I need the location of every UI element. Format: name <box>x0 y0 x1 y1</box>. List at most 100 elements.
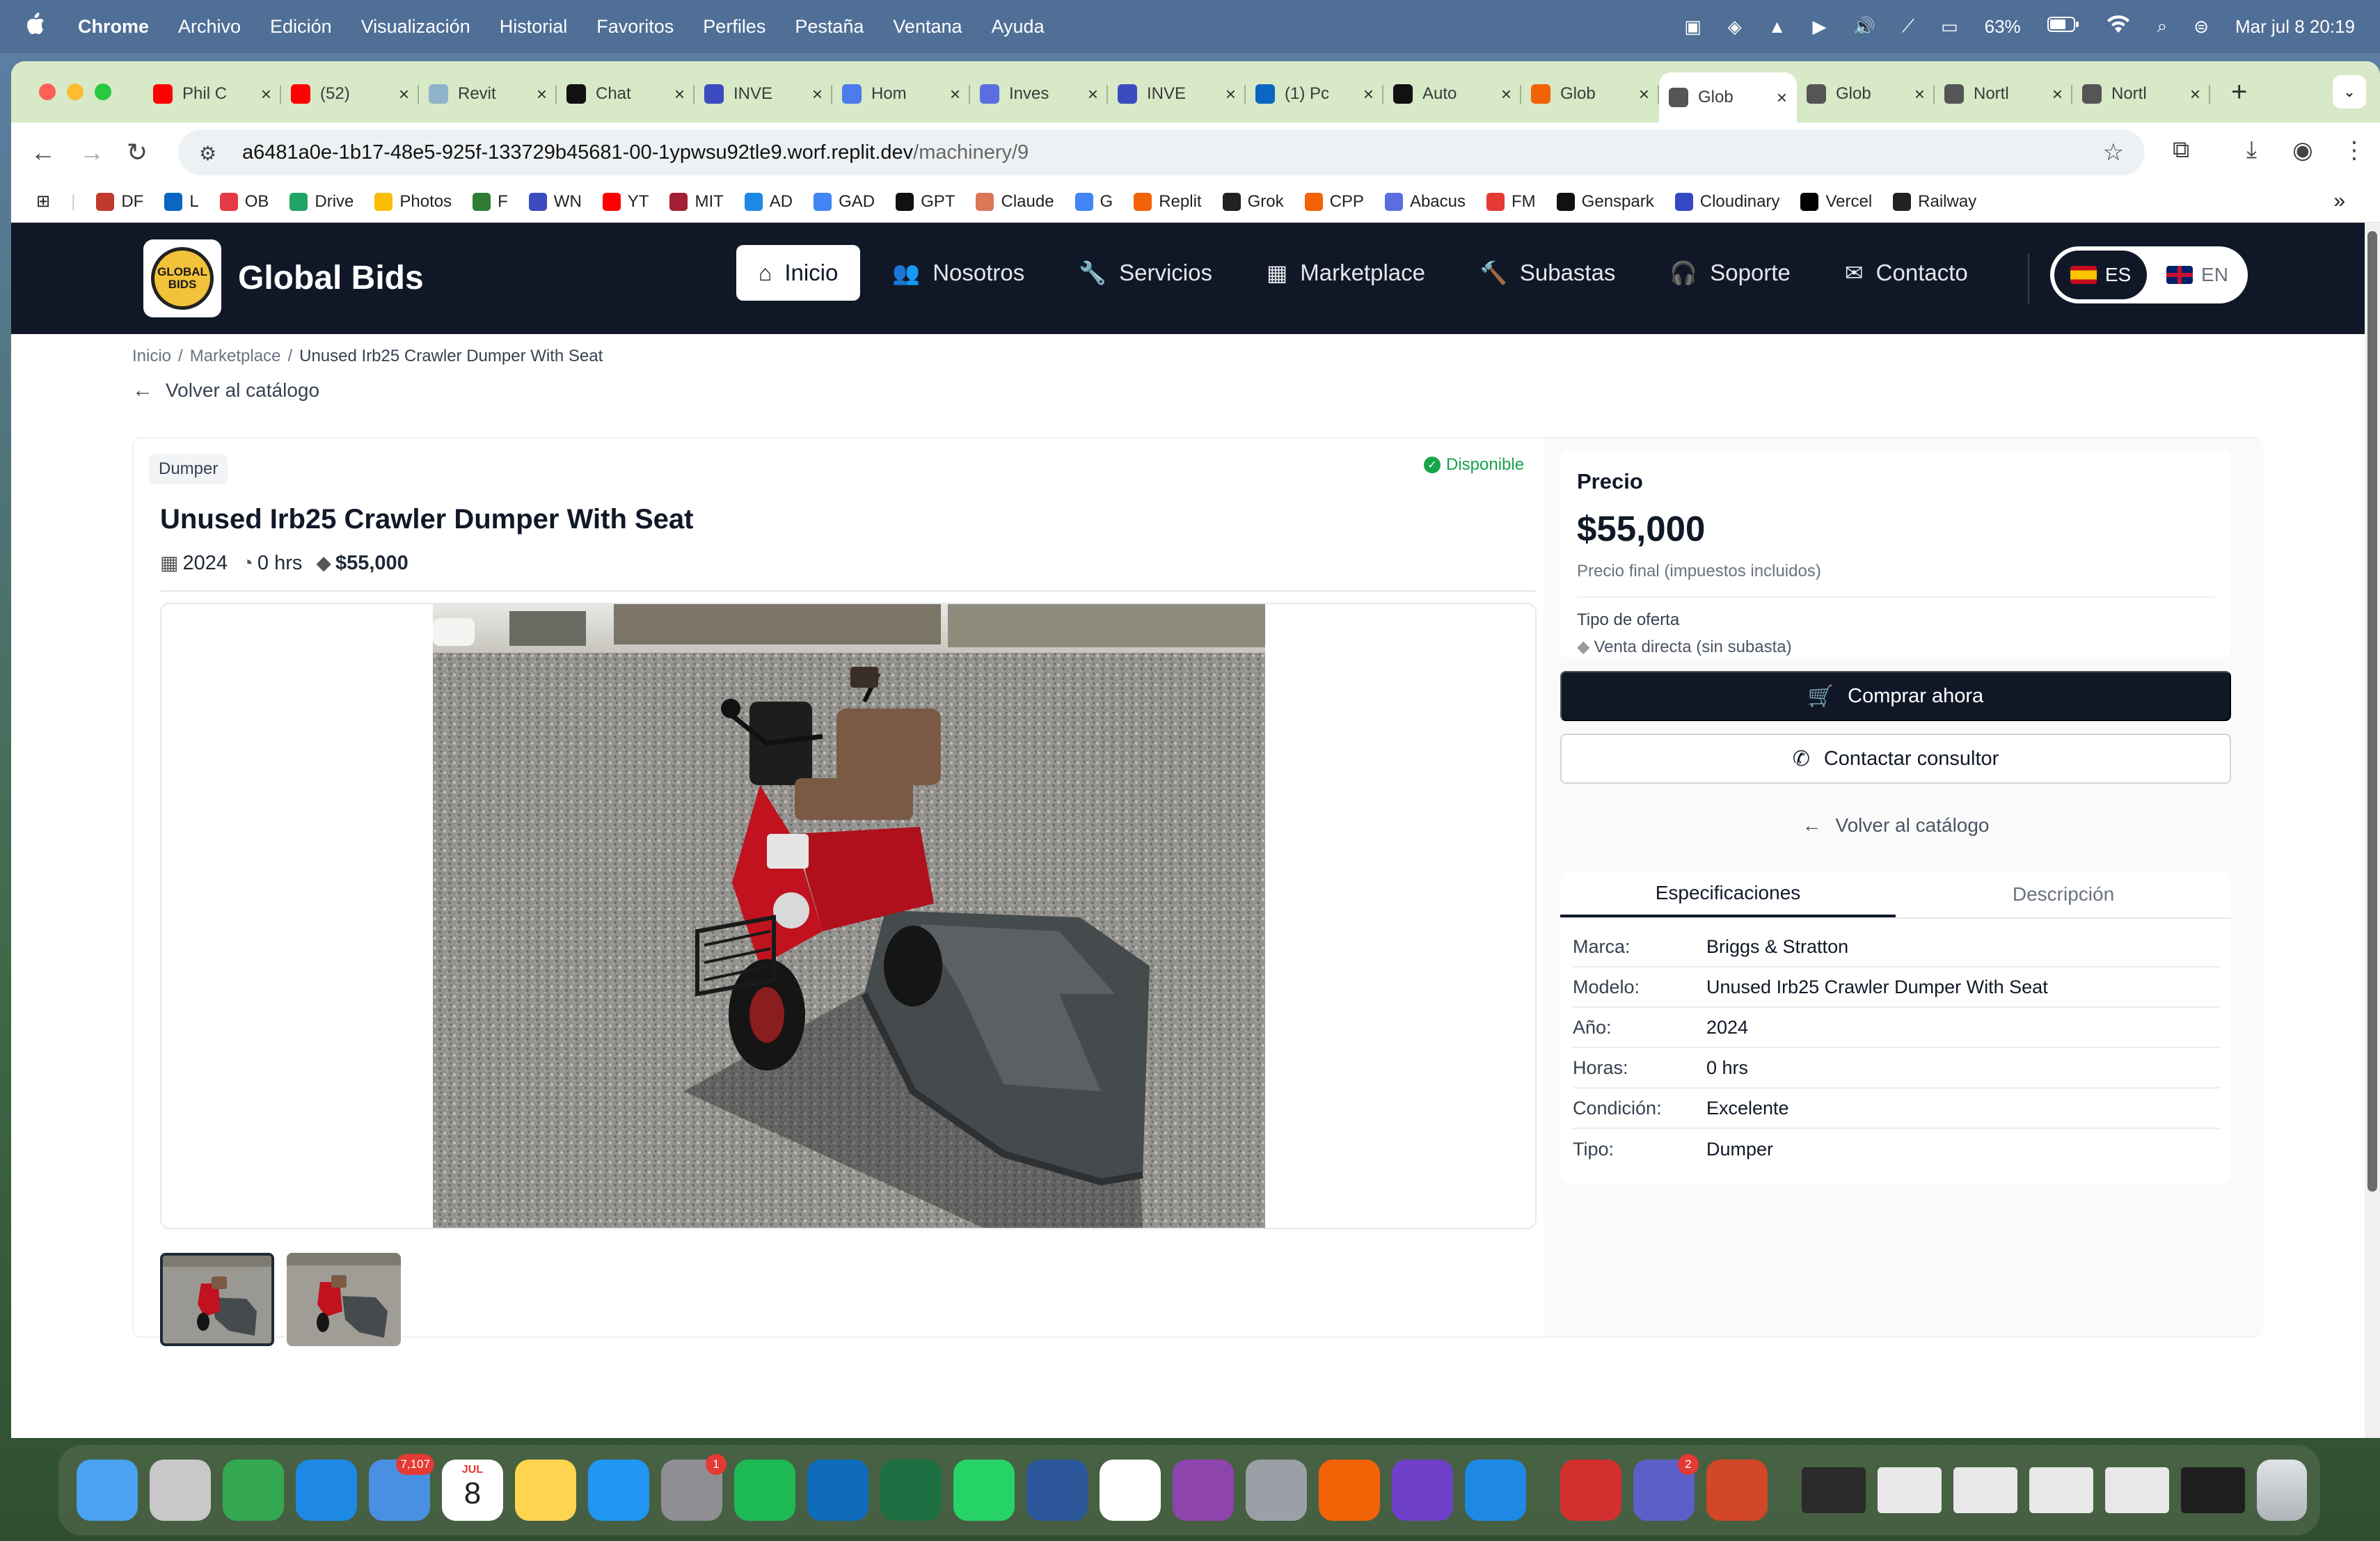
tab-close-icon[interactable]: × <box>2190 84 2200 105</box>
menu-ayuda[interactable]: Ayuda <box>992 16 1045 38</box>
lang-en-button[interactable]: EN <box>2151 251 2244 299</box>
calendar31-icon[interactable] <box>1100 1460 1161 1521</box>
browser-tab[interactable]: (52) × <box>281 72 419 116</box>
excel-icon[interactable] <box>880 1460 942 1521</box>
bookmark-item[interactable]: CPP <box>1304 192 1364 212</box>
bookmark-item[interactable]: DF <box>96 192 143 212</box>
tab-close-icon[interactable]: × <box>537 84 547 105</box>
browser-tab[interactable]: Hom × <box>832 72 970 116</box>
volume-icon[interactable]: 🔊 <box>1853 16 1875 38</box>
minimized-window-thumbnail[interactable] <box>2181 1467 2245 1513</box>
bookmark-item[interactable]: Replit <box>1134 192 1202 212</box>
bookmarks-overflow-button[interactable]: » <box>2333 189 2345 213</box>
menu-pestana[interactable]: Pestaña <box>795 16 864 38</box>
bookmark-item[interactable]: GAD <box>814 192 875 212</box>
menu-edicion[interactable]: Edición <box>270 16 332 38</box>
bookmark-item[interactable]: Photos <box>374 192 452 212</box>
browser-tab[interactable]: Nortl × <box>2072 72 2210 116</box>
back-arrow-icon[interactable]: ← <box>31 138 56 167</box>
vpn-icon[interactable]: ▲ <box>1768 16 1786 38</box>
chrome-icon[interactable] <box>223 1460 284 1521</box>
menu-historial[interactable]: Historial <box>500 16 568 38</box>
nav-item-servicios[interactable]: 🔧 Servicios <box>1056 245 1235 301</box>
tab-close-icon[interactable]: × <box>950 84 960 105</box>
screen-share-icon[interactable]: ▣ <box>1684 16 1701 38</box>
new-tab-button[interactable]: + <box>2231 77 2247 108</box>
github-icon[interactable] <box>1392 1460 1453 1521</box>
buy-now-button[interactable]: 🛒 Comprar ahora <box>1560 671 2231 721</box>
control-center-icon[interactable]: ⊜ <box>2193 16 2209 38</box>
trash-icon[interactable] <box>2257 1460 2307 1521</box>
bookmark-item[interactable]: F <box>473 192 508 212</box>
menu-archivo[interactable]: Archivo <box>178 16 241 38</box>
tab-close-icon[interactable]: × <box>1225 84 1236 105</box>
kebab-menu-icon[interactable]: ⋮ <box>2342 136 2366 164</box>
close-window-button[interactable] <box>39 84 56 100</box>
breadcrumb-marketplace[interactable]: Marketplace <box>190 347 281 365</box>
forward-arrow-icon[interactable]: → <box>79 138 104 167</box>
bookmark-item[interactable]: Claude <box>976 192 1054 212</box>
safari-icon[interactable] <box>296 1460 357 1521</box>
site-title[interactable]: Global Bids <box>238 259 424 297</box>
scrollbar-thumb[interactable] <box>2367 231 2377 1192</box>
tab-close-icon[interactable]: × <box>1777 87 1787 109</box>
bookmark-item[interactable]: YT <box>602 192 649 212</box>
tab-close-icon[interactable]: × <box>399 84 409 105</box>
back-to-catalog-button[interactable]: ← Volver al catálogo <box>1560 805 2231 846</box>
browser-tab[interactable]: INVE × <box>1108 72 1246 116</box>
teams-icon[interactable]: 2 <box>1633 1454 1699 1521</box>
calendar-icon[interactable]: JUL 8 <box>442 1460 503 1521</box>
whatsapp-icon[interactable] <box>953 1460 1015 1521</box>
mail-icon[interactable]: 7,107 <box>369 1454 434 1521</box>
tab-close-icon[interactable]: × <box>1501 84 1512 105</box>
browser-tab[interactable]: Revit × <box>419 72 557 116</box>
battery-icon[interactable] <box>2047 16 2079 38</box>
site-logo[interactable]: GLOBAL BIDS <box>143 239 221 317</box>
tab-close-icon[interactable]: × <box>674 84 685 105</box>
bookmark-item[interactable]: Vercel <box>1800 192 1872 212</box>
outlook-icon[interactable] <box>807 1460 868 1521</box>
settings-icon[interactable]: 1 <box>661 1454 727 1521</box>
menu-perfiles[interactable]: Perfiles <box>703 16 765 38</box>
bookmark-item[interactable]: Drive <box>289 192 354 212</box>
nav-item-contacto[interactable]: ✉ Contacto <box>1823 245 1990 301</box>
minimized-window-thumbnail[interactable] <box>2105 1467 2169 1513</box>
bookmark-item[interactable]: Abacus <box>1384 192 1466 212</box>
browser-tab[interactable]: Chat × <box>557 72 695 116</box>
tab-close-icon[interactable]: × <box>2052 84 2063 105</box>
wifi-icon[interactable] <box>2106 15 2131 39</box>
apple-icon[interactable] <box>25 12 46 42</box>
search-icon[interactable]: ⌕ <box>2157 15 2168 38</box>
browser-tab[interactable]: Inves × <box>970 72 1108 116</box>
nav-item-inicio[interactable]: ⌂ Inicio <box>736 245 861 301</box>
nav-item-marketplace[interactable]: ▦ Marketplace <box>1244 245 1447 301</box>
minimize-window-button[interactable] <box>67 84 84 100</box>
menu-chrome[interactable]: Chrome <box>78 16 149 38</box>
nav-item-subastas[interactable]: 🔨 Subastas <box>1457 245 1637 301</box>
browser-tab[interactable]: Glob × <box>1659 72 1797 123</box>
browser-tab[interactable]: INVE × <box>695 72 832 116</box>
tab-specifications[interactable]: Especificaciones <box>1560 871 1896 917</box>
wifi-app-icon[interactable]: ◈ <box>1728 16 1742 38</box>
acrobat-icon[interactable] <box>1560 1460 1621 1521</box>
tab-search-button[interactable]: ⌄ <box>2333 75 2366 109</box>
breadcrumb-home[interactable]: Inicio <box>132 347 171 365</box>
bookmark-star-icon[interactable]: ☆ <box>2103 139 2124 166</box>
finder-icon[interactable] <box>77 1460 138 1521</box>
bookmark-item[interactable]: AD <box>744 192 793 212</box>
launchpad-icon[interactable] <box>150 1460 211 1521</box>
back-to-catalog-link[interactable]: ← Volver al catálogo <box>132 379 319 402</box>
minimized-window-thumbnail[interactable] <box>1953 1467 2017 1513</box>
nav-item-soporte[interactable]: 🎧 Soporte <box>1647 245 1812 301</box>
iphone-mirroring-icon[interactable] <box>1246 1460 1307 1521</box>
circle-app-icon[interactable] <box>1173 1460 1234 1521</box>
bookmark-item[interactable]: FM <box>1486 192 1536 212</box>
menu-favoritos[interactable]: Favoritos <box>596 16 674 38</box>
zoom-window-button[interactable] <box>95 84 111 100</box>
bookmark-item[interactable]: L <box>164 192 199 212</box>
reload-icon[interactable]: ↻ <box>127 138 148 167</box>
spotify-icon[interactable] <box>734 1460 795 1521</box>
powerpoint-icon[interactable] <box>1706 1460 1768 1521</box>
bookmark-item[interactable]: GPT <box>896 192 955 212</box>
datetime[interactable]: Mar jul 8 20:19 <box>2235 16 2355 38</box>
